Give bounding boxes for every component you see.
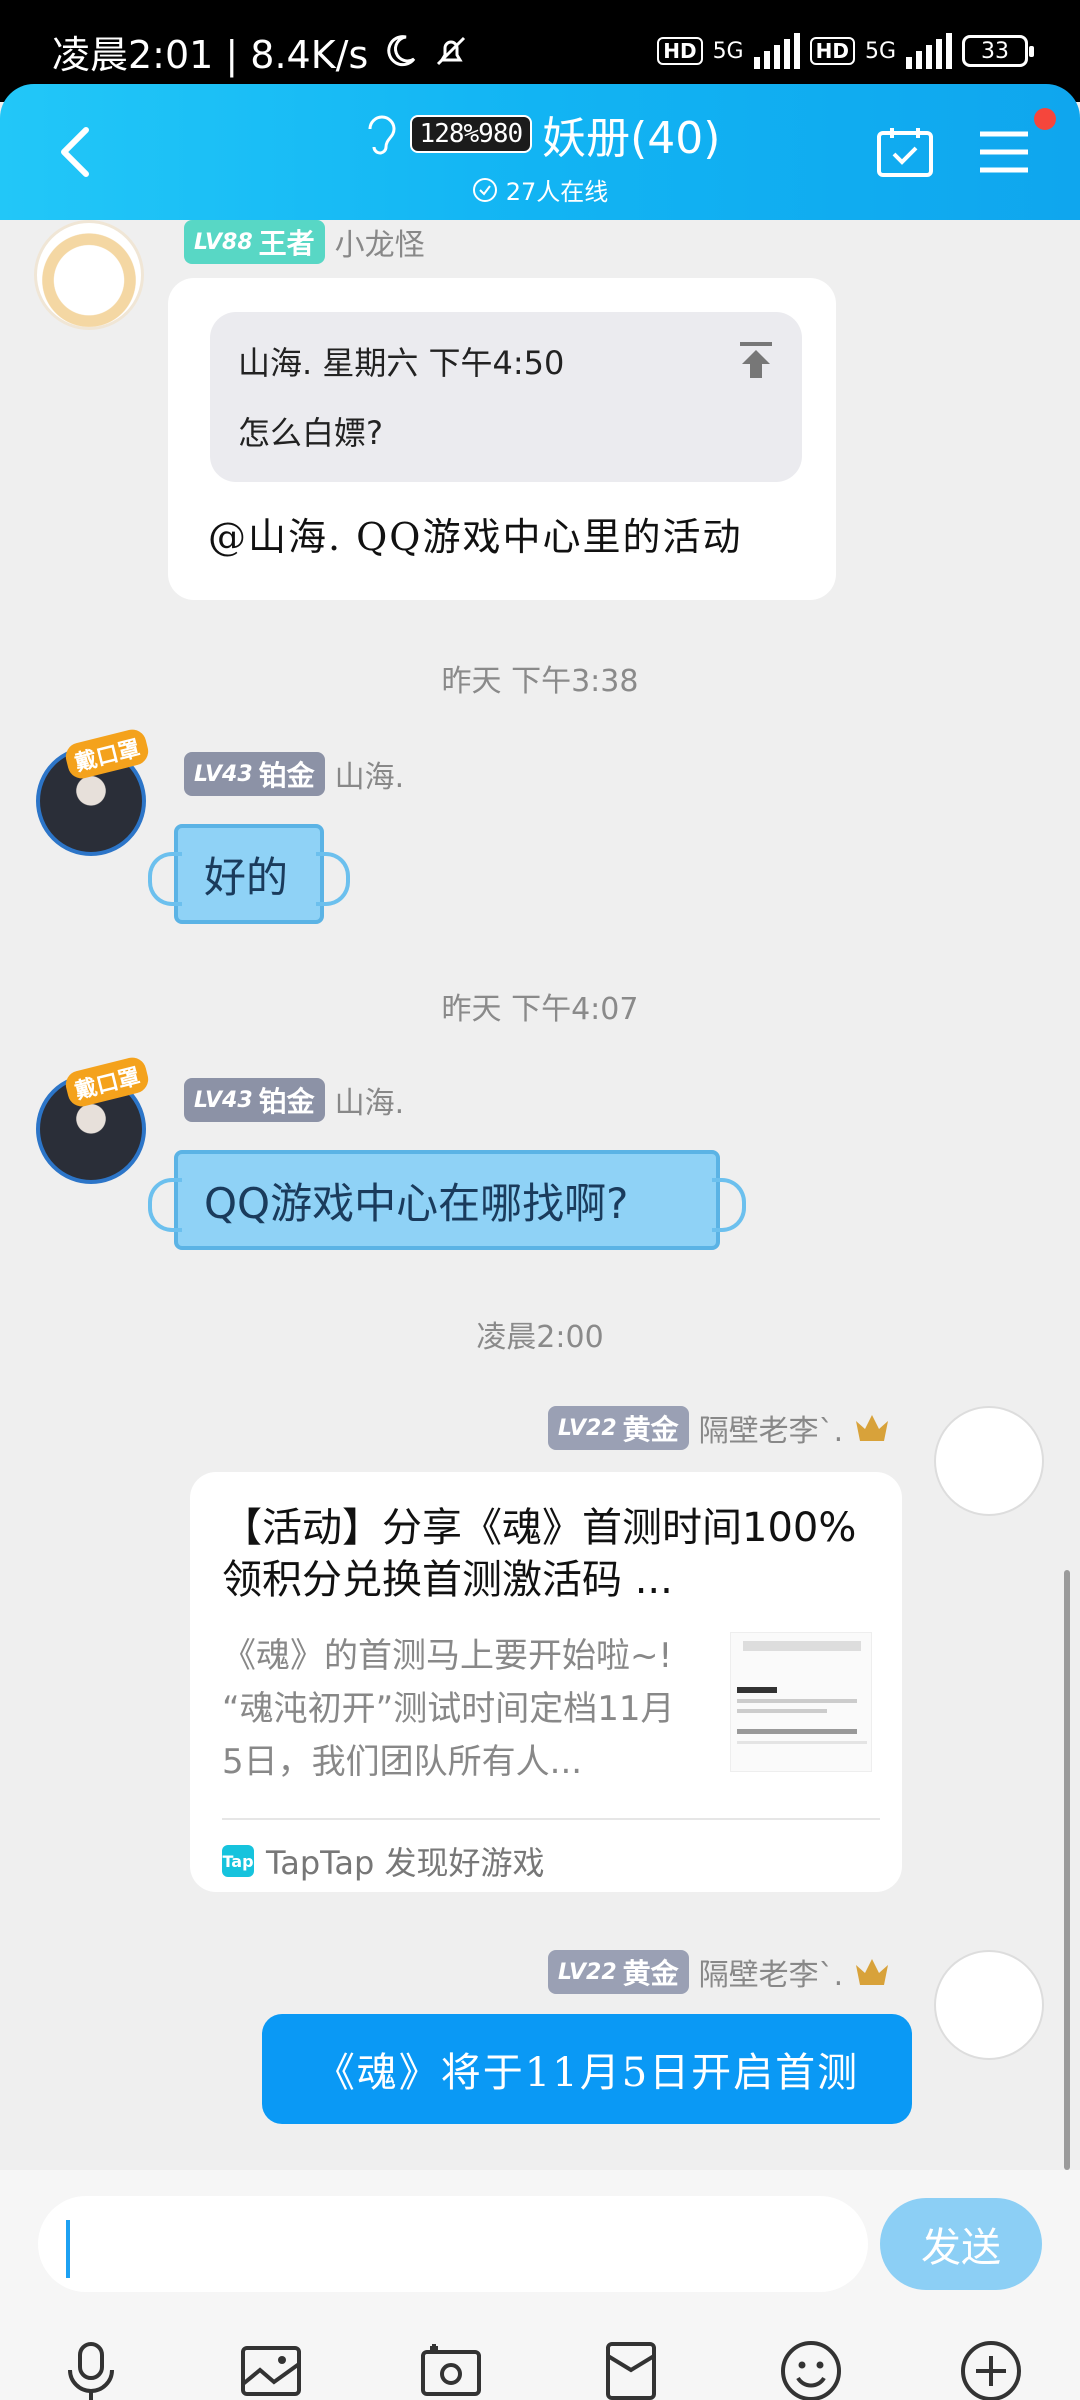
timestamp: 昨天 下午3:38	[441, 664, 639, 699]
level-badge: LV43 铂金	[184, 752, 325, 796]
message-input[interactable]	[38, 2196, 868, 2292]
reply-bubble[interactable]: 山海. 星期六 下午4:50 怎么白嫖? @山海. QQ游戏中心里的活动	[168, 278, 836, 600]
message-bubble[interactable]: QQ游戏中心在哪找啊?	[148, 1150, 746, 1250]
notification-dot	[1034, 108, 1056, 130]
sender-name[interactable]: 隔壁老李`.	[699, 1950, 844, 1994]
online-label: 27人在线	[505, 178, 609, 206]
reply-text: @山海. QQ游戏中心里的活动	[208, 515, 743, 559]
card-title: 【活动】分享《魂》首测时间100%领积分兑换首测激活码 ...	[222, 1505, 857, 1603]
card-source: Tap TapTap 发现好游戏	[222, 1838, 545, 1884]
status-time-speed: 凌晨2:01 | 8.4K/s	[52, 32, 369, 77]
signal-icon	[753, 33, 800, 69]
bell-off-icon	[437, 36, 466, 66]
crown-icon	[856, 1959, 889, 1985]
crown-icon	[856, 1415, 889, 1441]
ear-icon[interactable]	[360, 109, 400, 159]
hd-icon-2: HD	[809, 37, 855, 65]
avatar-geibi-laoli[interactable]	[934, 1406, 1044, 1516]
message-meta: LV22 黄金 隔壁老李`.	[548, 1950, 891, 1994]
emoji-icon[interactable]	[778, 2338, 844, 2400]
share-card[interactable]: 【活动】分享《魂》首测时间100%领积分兑换首测激活码 ... 《魂》的首测马上…	[190, 1472, 902, 1892]
menu-icon[interactable]	[976, 128, 1032, 176]
avatar-xiaolongguai[interactable]	[34, 220, 144, 330]
avatar-geibi-laoli[interactable]	[934, 1950, 1044, 2060]
text-caret	[66, 2220, 70, 2278]
card-divider	[222, 1818, 880, 1820]
card-thumbnail	[730, 1632, 872, 1772]
calendar-check-icon[interactable]	[876, 126, 934, 178]
battery-level: 33	[981, 38, 1009, 64]
group-title[interactable]: 妖册(40)	[542, 102, 720, 166]
taptap-icon: Tap	[222, 1845, 254, 1877]
quote-header: 山海. 星期六 下午4:50	[238, 344, 565, 382]
network-label: 5G	[712, 38, 744, 64]
message-meta: LV88 王者 小龙怪	[184, 220, 425, 264]
camera-icon[interactable]	[418, 2338, 484, 2400]
level-badge: LV22 黄金	[548, 1406, 689, 1450]
timestamp: 昨天 下午4:07	[441, 992, 639, 1027]
input-bar: 发送	[0, 2170, 1080, 2400]
signal-icon-2	[906, 33, 952, 69]
quote-body: 怎么白嫖?	[238, 414, 383, 452]
sender-name[interactable]: 小龙怪	[335, 220, 425, 264]
level-badge: LV88 王者	[184, 220, 325, 264]
message-meta: LV43 铂金 山海.	[184, 752, 404, 796]
message-bubble[interactable]: 好的	[148, 824, 350, 924]
network-label-2: 5G	[864, 38, 896, 64]
mic-icon[interactable]	[58, 2338, 124, 2400]
chat-area[interactable]: LV88 王者 小龙怪 山海. 星期六 下午4:50 怎么白嫖? @山海. QQ游…	[0, 220, 1080, 2170]
sender-name[interactable]: 山海.	[335, 1078, 405, 1122]
scrollbar[interactable]	[1064, 1570, 1070, 2170]
red-packet-icon[interactable]	[598, 2338, 664, 2400]
sender-name[interactable]: 山海.	[335, 752, 405, 796]
chat-header: 128%980 妖册(40) 27人在线	[0, 84, 1080, 220]
message-meta: LV43 铂金 山海.	[184, 1078, 404, 1122]
image-icon[interactable]	[238, 2338, 304, 2400]
send-button[interactable]: 发送	[880, 2198, 1042, 2290]
check-circle-icon	[472, 177, 497, 202]
group-badge: 128%980	[409, 115, 533, 153]
sender-name[interactable]: 隔壁老李`.	[699, 1406, 844, 1450]
card-description: 《魂》的首测马上要开始啦~! “魂沌初开”测试时间定档11月5日，我们团队所有人…	[222, 1636, 675, 1782]
card-source-label: TapTap 发现好游戏	[266, 1844, 545, 1882]
jump-to-top-icon[interactable]	[736, 340, 776, 382]
timestamp: 凌晨2:00	[476, 1320, 604, 1355]
message-bubble[interactable]: 《魂》将于11月5日开启首测	[262, 2014, 912, 2124]
quoted-message[interactable]: 山海. 星期六 下午4:50 怎么白嫖?	[210, 312, 802, 482]
message-meta: LV22 黄金 隔壁老李`.	[548, 1406, 891, 1450]
level-badge: LV22 黄金	[548, 1950, 689, 1994]
battery-icon: 33	[962, 35, 1034, 67]
moon-icon	[387, 35, 416, 67]
hd-icon: HD	[657, 37, 703, 65]
plus-icon[interactable]	[958, 2338, 1024, 2400]
level-badge: LV43 铂金	[184, 1078, 325, 1122]
